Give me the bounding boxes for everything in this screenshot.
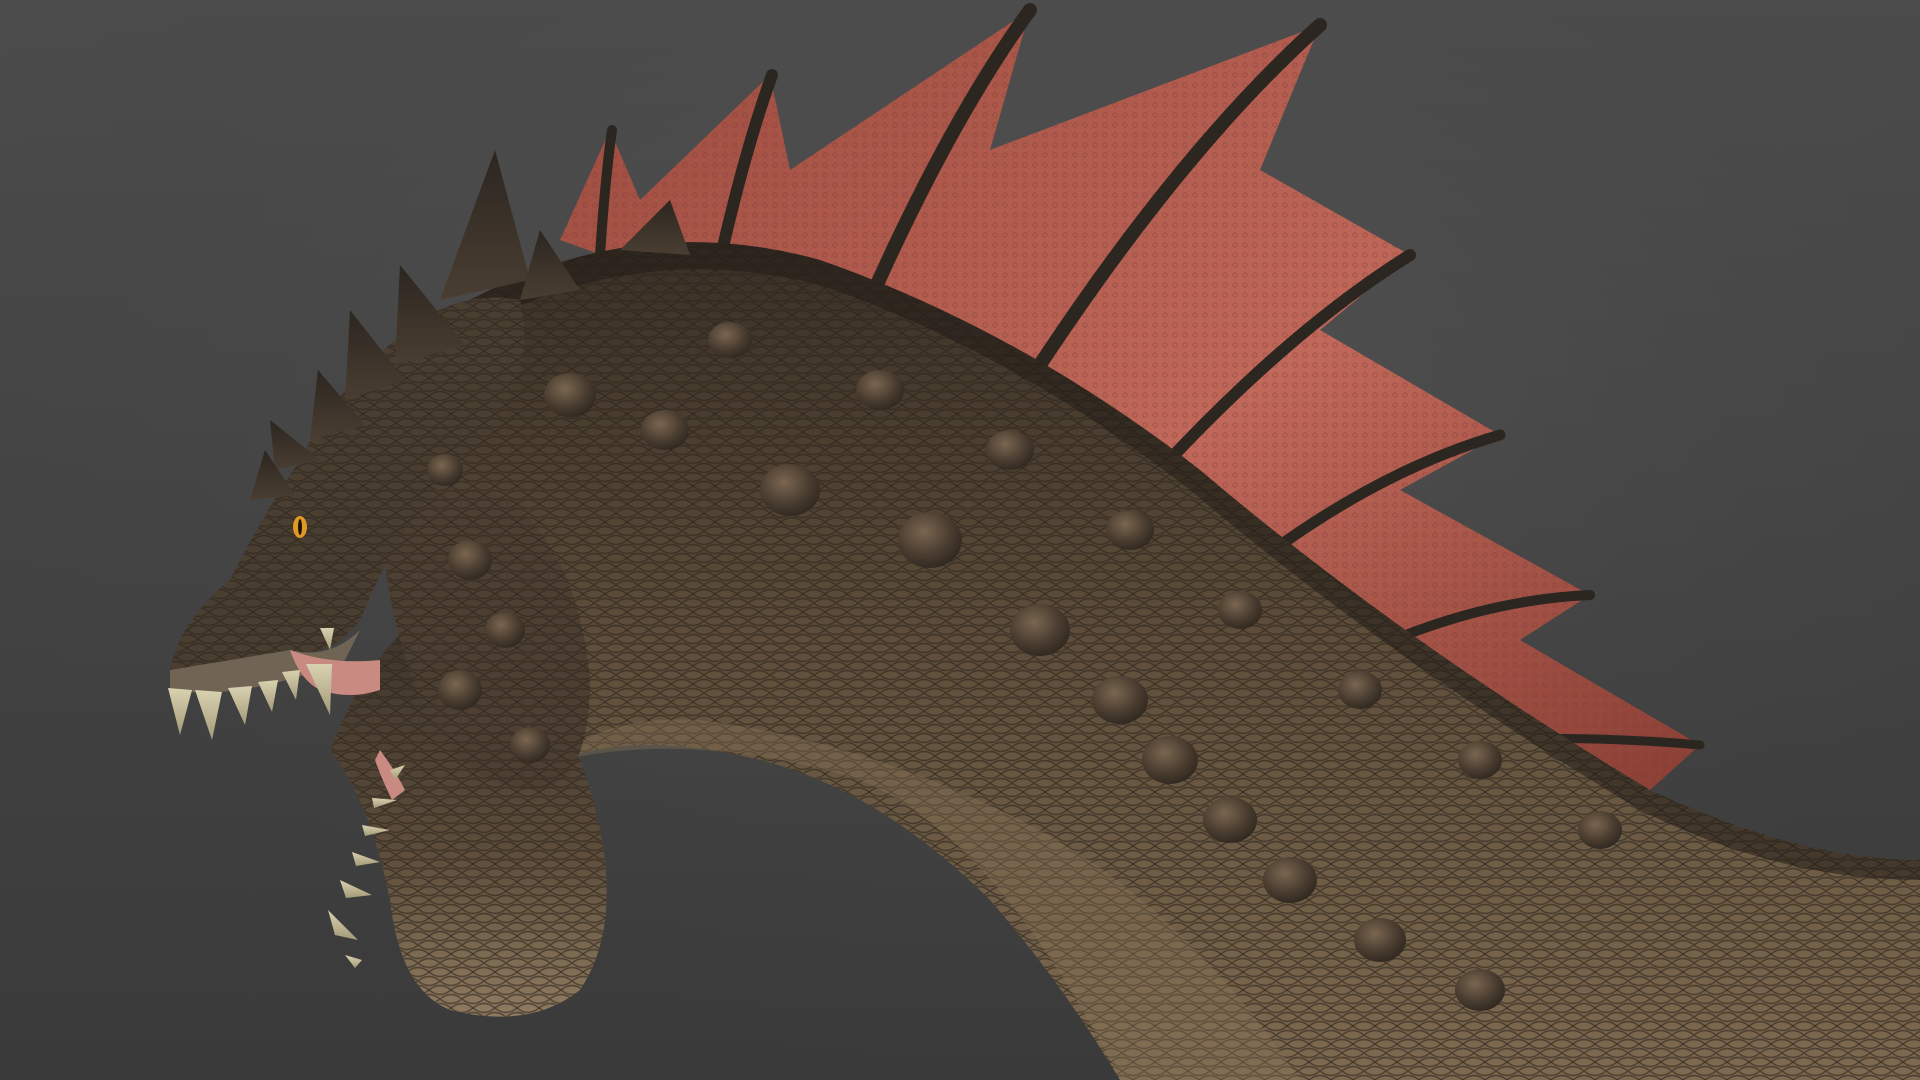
render-viewport [0,0,1920,1080]
dragon-render [0,0,1920,1080]
